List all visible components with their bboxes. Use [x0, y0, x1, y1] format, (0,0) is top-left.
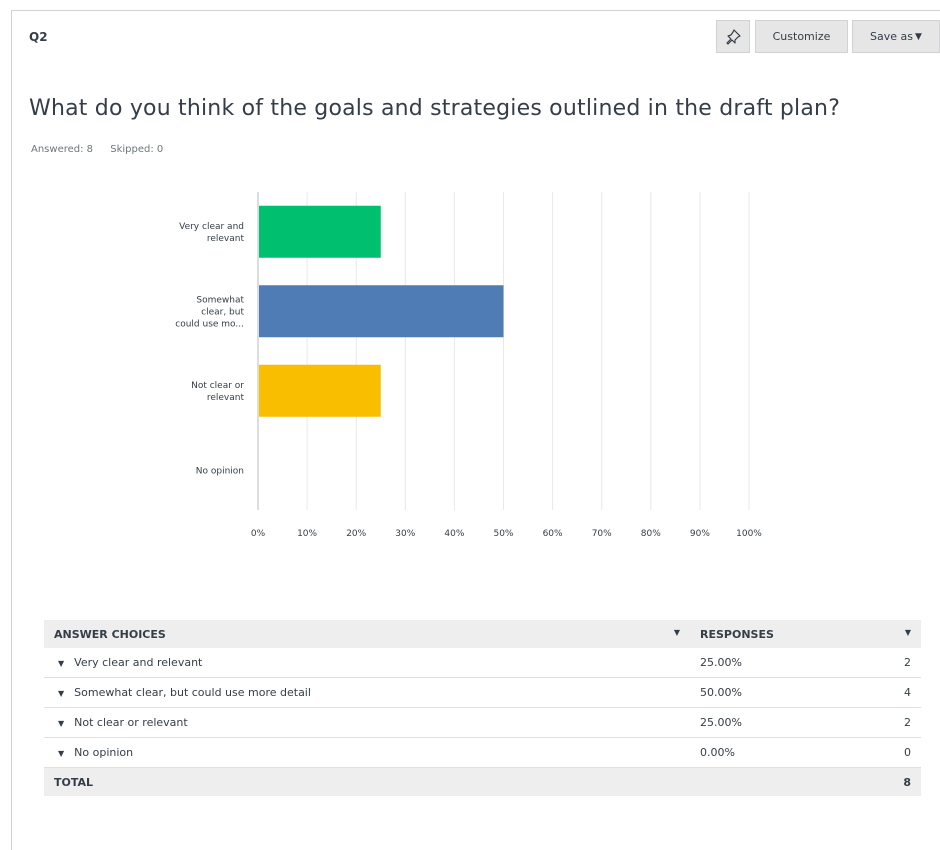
pin-button[interactable] [716, 20, 750, 53]
x-tick-label: 100% [736, 529, 762, 539]
choice-label: Somewhat clear, but could use more detai… [74, 686, 311, 699]
total-spacer [690, 767, 875, 796]
choice-cell: ▼ Very clear and relevant [44, 648, 690, 678]
x-tick-label: 80% [641, 529, 661, 539]
x-tick-label: 60% [543, 529, 563, 539]
answer-choices-header[interactable]: ANSWER CHOICES ▼ [44, 620, 690, 648]
bar [259, 364, 381, 417]
total-row: TOTAL 8 [44, 767, 921, 796]
count-cell: 0 [875, 737, 921, 768]
x-tick-label: 10% [297, 529, 317, 539]
category-label: Somewhat clear, but could use mo... [175, 295, 244, 329]
total-count: 8 [875, 767, 921, 796]
count-cell: 4 [875, 677, 921, 708]
x-tick-label: 0% [251, 529, 266, 539]
x-tick-label: 40% [444, 529, 464, 539]
expand-caret-icon[interactable]: ▼ [58, 689, 64, 698]
responses-header[interactable]: RESPONSES ▼ [690, 620, 921, 648]
percent-cell: 25.00% [690, 648, 875, 678]
bar-chart: 0% 10% 20% 30% 40% 50% 60% 70% 80% 90% 100% Very cl… [175, 192, 762, 539]
choice-cell: ▼ Somewhat clear, but could use more deta… [44, 677, 690, 708]
pin-icon [726, 28, 741, 45]
response-stats: Answered: 8 Skipped: 0 [31, 144, 177, 155]
table-row: ▼ No opinion 0.00% 0 [44, 737, 921, 768]
bar [259, 205, 381, 258]
choice-label: No opinion [74, 746, 134, 759]
table-header-row: ANSWER CHOICES ▼ RESPONSES ▼ [44, 620, 921, 648]
responses-table: ANSWER CHOICES ▼ RESPONSES ▼ ▼ Very clear a… [44, 620, 921, 796]
caret-down-icon: ▼ [915, 31, 922, 42]
sort-caret-icon[interactable]: ▼ [674, 628, 680, 637]
expand-caret-icon[interactable]: ▼ [58, 749, 64, 758]
table-row: ▼ Very clear and relevant 25.00% 2 [44, 648, 921, 678]
category-label: No opinion [196, 466, 244, 476]
total-label: TOTAL [44, 767, 690, 796]
question-title: What do you think of the goals and strat… [29, 96, 841, 121]
save-as-label: Save as [870, 30, 914, 43]
expand-caret-icon[interactable]: ▼ [58, 719, 64, 728]
choice-label: Very clear and relevant [74, 656, 203, 669]
answer-choices-header-label: ANSWER CHOICES [54, 627, 166, 641]
sort-caret-icon[interactable]: ▼ [905, 628, 911, 637]
responses-header-label: RESPONSES [700, 627, 774, 641]
skipped-count: Skipped: 0 [110, 144, 164, 155]
choice-label: Not clear or relevant [74, 716, 188, 729]
question-number: Q2 [29, 30, 48, 44]
category-label: Very clear and relevant [179, 222, 244, 244]
x-tick-label: 50% [493, 529, 513, 539]
expand-caret-icon[interactable]: ▼ [58, 659, 64, 668]
table-row: ▼ Somewhat clear, but could use more deta… [44, 677, 921, 708]
table-row: ▼ Not clear or relevant 25.00% 2 [44, 707, 921, 738]
bar [259, 285, 504, 338]
x-tick-label: 20% [346, 529, 366, 539]
x-tick-label: 30% [395, 529, 415, 539]
save-as-button[interactable]: Save as ▼ [852, 20, 940, 53]
percent-cell: 50.00% [690, 677, 875, 708]
percent-cell: 25.00% [690, 707, 875, 738]
choice-cell: ▼ Not clear or relevant [44, 707, 690, 738]
answered-count: Answered: 8 [31, 144, 94, 155]
count-cell: 2 [875, 707, 921, 738]
percent-cell: 0.00% [690, 737, 875, 768]
customize-button[interactable]: Customize [755, 20, 848, 53]
x-tick-label: 70% [592, 529, 612, 539]
choice-cell: ▼ No opinion [44, 737, 690, 768]
x-tick-label: 90% [690, 529, 710, 539]
count-cell: 2 [875, 648, 921, 678]
category-label: Not clear or relevant [191, 381, 244, 403]
